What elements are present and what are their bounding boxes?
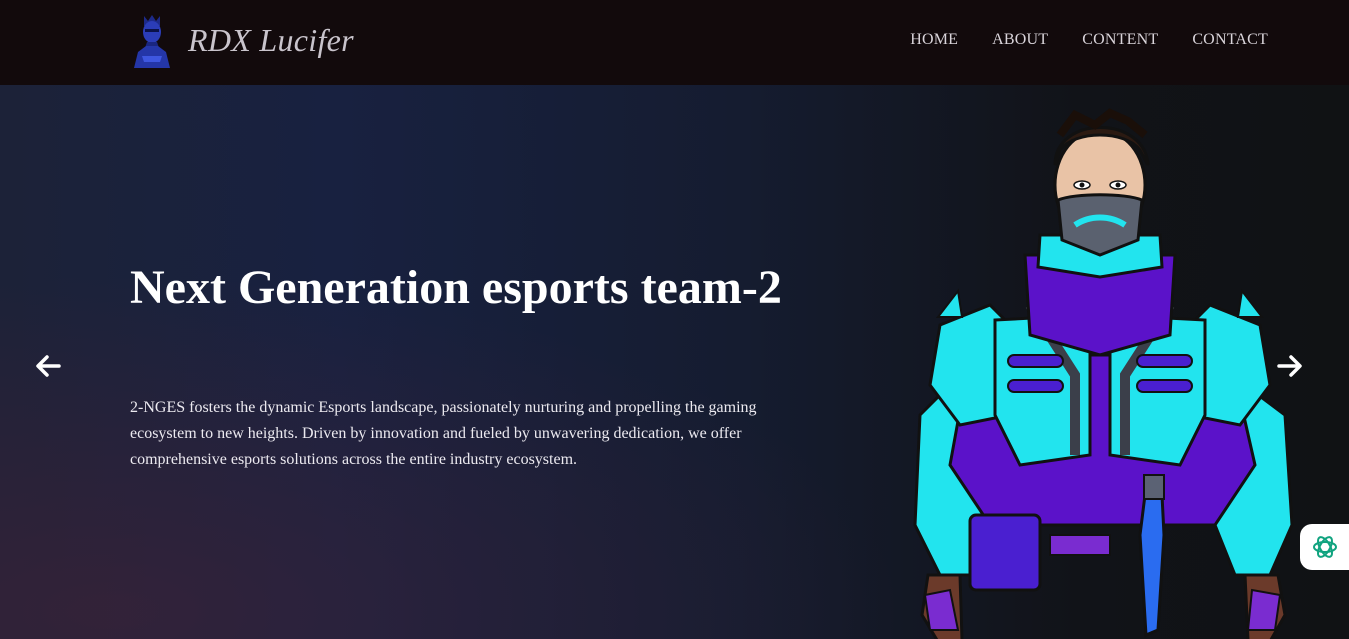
assistant-badge[interactable]: [1300, 524, 1349, 570]
brand-name: RDX Lucifer: [188, 21, 354, 58]
main-nav: HOME ABOUT CONTENT CONTACT: [910, 31, 1268, 49]
brand[interactable]: RDX Lucifer: [130, 12, 354, 68]
hero-description: 2-NGES fosters the dynamic Esports lands…: [130, 399, 757, 468]
site-header: RDX Lucifer HOME ABOUT CONTENT CONTACT: [0, 0, 1349, 85]
hero-headline: Next Generation esports team-2: [130, 261, 782, 314]
nav-contact[interactable]: CONTACT: [1192, 31, 1268, 49]
arrow-left-icon: [36, 355, 61, 377]
avatar-logo-icon[interactable]: [130, 12, 174, 68]
nav-home[interactable]: HOME: [910, 31, 958, 49]
nav-about[interactable]: ABOUT: [992, 31, 1048, 49]
carousel-prev-button[interactable]: [30, 348, 66, 384]
openai-icon: [1313, 536, 1337, 558]
hero-character-illustration: [913, 108, 1294, 639]
nav-content[interactable]: CONTENT: [1082, 31, 1158, 49]
hero-carousel: Next Generation esports team-2 2-NGES fo…: [0, 85, 1349, 639]
